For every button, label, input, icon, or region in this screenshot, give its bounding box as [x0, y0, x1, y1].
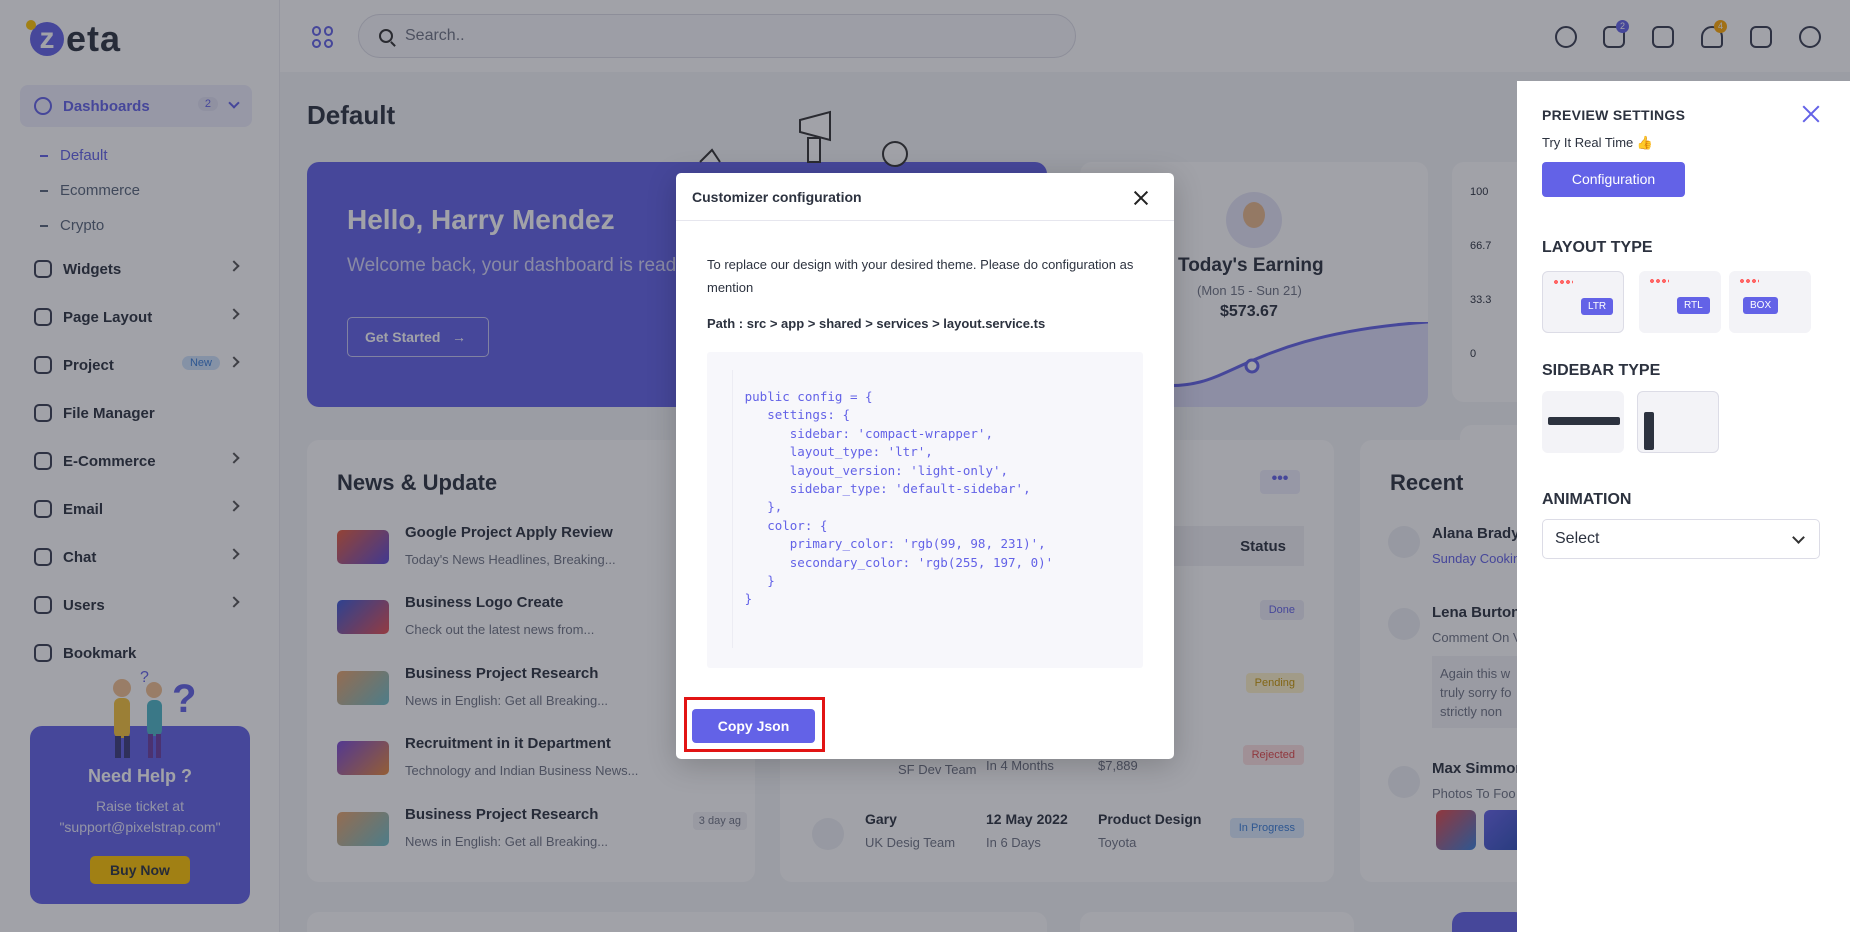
panel-subtitle-text: Try It Real Time: [1542, 135, 1634, 150]
animation-select[interactable]: Select: [1542, 519, 1820, 559]
customizer-modal: Customizer configuration To replace our …: [676, 173, 1174, 759]
panel-subtitle: Try It Real Time 👍: [1542, 135, 1653, 151]
config-code: public config = { settings: { sidebar: '…: [744, 389, 1054, 607]
panel-title: PREVIEW SETTINGS: [1542, 107, 1686, 123]
layout-option-rtl[interactable]: RTL: [1639, 271, 1721, 333]
sidebar-option-vertical[interactable]: [1637, 391, 1719, 453]
close-icon[interactable]: [1800, 103, 1822, 125]
sidebar-option-horizontal[interactable]: [1542, 391, 1624, 453]
modal-title: Customizer configuration: [692, 189, 862, 205]
modal-description: To replace our design with your desired …: [707, 257, 1134, 295]
thumbs-up-icon: 👍: [1636, 135, 1654, 150]
layout-tag: BOX: [1743, 297, 1779, 314]
layout-type-title: LAYOUT TYPE: [1542, 239, 1653, 256]
layout-tag: LTR: [1581, 298, 1614, 315]
layout-tag: RTL: [1677, 297, 1710, 314]
configuration-button[interactable]: Configuration: [1542, 162, 1685, 197]
modal-path: Path : src > app > shared > services > l…: [707, 316, 1046, 331]
code-block: public config = { settings: { sidebar: '…: [707, 352, 1143, 668]
close-icon[interactable]: [1132, 189, 1150, 207]
layout-option-box[interactable]: BOX: [1729, 271, 1811, 333]
modal-header: Customizer configuration: [676, 173, 1174, 221]
layout-option-ltr[interactable]: LTR: [1542, 271, 1624, 333]
highlight-box: Copy Json: [684, 697, 825, 752]
copy-json-button[interactable]: Copy Json: [692, 709, 815, 743]
animation-title: ANIMATION: [1542, 491, 1632, 508]
preview-settings-panel: PREVIEW SETTINGS Try It Real Time 👍 Conf…: [1517, 81, 1850, 932]
sidebar-type-title: SIDEBAR TYPE: [1542, 362, 1661, 379]
